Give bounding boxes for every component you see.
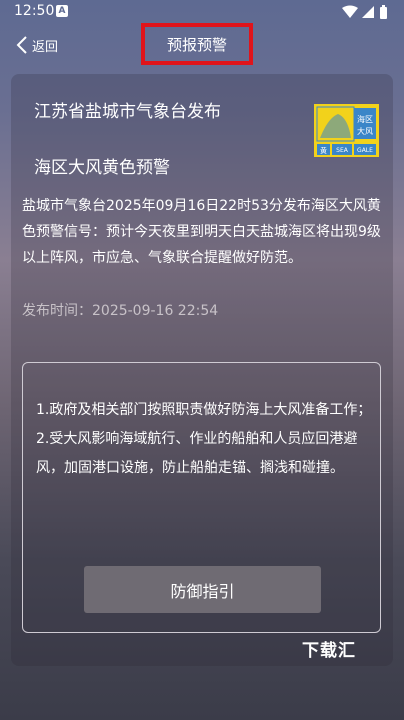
- status-bar: 12:50 A: [0, 0, 404, 24]
- battery-icon: [380, 5, 387, 19]
- page-title: 预报预警: [166, 35, 227, 54]
- notification-icon: A: [56, 5, 68, 17]
- nav-title-highlight: 预报预警: [141, 23, 253, 65]
- warning-icon-text-5: GALE: [357, 147, 373, 154]
- watermark: 下载汇: [302, 641, 356, 661]
- nav-bar: 返回 预报预警: [0, 23, 404, 68]
- warning-description: 盐城市气象台2025年09月16日22时53分发布海区大风黄色预警信号：预计今天…: [22, 198, 381, 266]
- back-button[interactable]: 返回: [16, 33, 58, 57]
- guide-text: 1.政府及相关部门按照职责做好防海上大风准备工作；2.受大风影响海域航行、作业的…: [36, 402, 372, 476]
- defense-guide-button[interactable]: 防御指引: [84, 566, 321, 613]
- yellow-sea-gale-warning-icon: 海区 大风 黄 SEA GALE: [314, 104, 379, 157]
- back-label: 返回: [32, 39, 59, 55]
- signal-icon: [362, 6, 374, 18]
- publish-time: 发布时间：2025-09-16 22:54: [22, 303, 219, 319]
- warning-title: 海区大风黄色预警: [34, 158, 170, 178]
- warning-icon-text-4: SEA: [336, 147, 349, 154]
- warning-icon-text-1: 海区: [357, 114, 373, 124]
- warning-issuer: 江苏省盐城市气象台发布: [34, 102, 221, 122]
- status-time: 12:50: [14, 3, 55, 19]
- warning-icon-text-3: 黄: [320, 146, 327, 155]
- chevron-left-icon: [16, 36, 27, 54]
- status-icons: [342, 5, 387, 19]
- wifi-icon: [342, 5, 358, 18]
- warning-icon-text-2: 大风: [357, 126, 373, 136]
